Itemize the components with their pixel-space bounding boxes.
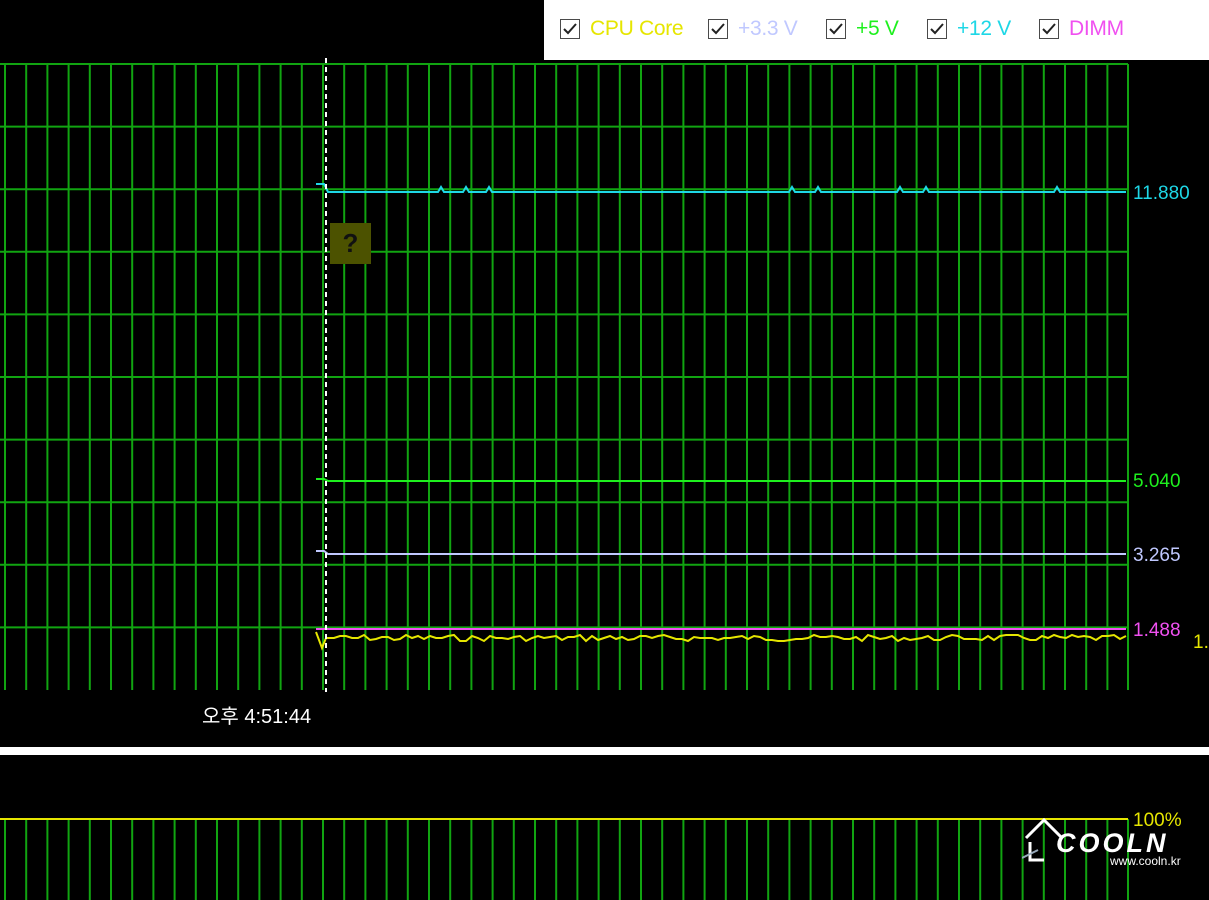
readout-3v3: 3.265 — [1133, 545, 1181, 566]
legend-item-12v[interactable]: +12 V — [927, 16, 1011, 42]
legend-item-dimm[interactable]: DIMM — [1039, 16, 1124, 42]
voltage-graph — [0, 58, 1129, 692]
legend-label-5v: +5 V — [856, 17, 899, 40]
sensor-legend: CPU Core +3.3 V +5 V +12 V DIMM — [544, 0, 1209, 60]
help-icon-glyph: ? — [342, 228, 359, 258]
help-icon[interactable]: ? — [330, 223, 371, 264]
readout-cpu-core: 1. — [1193, 632, 1209, 653]
readout-12v: 11.880 — [1133, 183, 1190, 204]
checkbox-cpu-core[interactable] — [560, 19, 580, 39]
trace-3v3 — [316, 550, 1126, 555]
checkbox-dimm[interactable] — [1039, 19, 1059, 39]
readout-dimm: 1.488 — [1133, 620, 1181, 641]
trace-12v — [316, 183, 1126, 193]
voltage-graph-grid — [0, 63, 1129, 690]
readout-5v: 5.040 — [1133, 471, 1181, 492]
watermark-url: www.cooln.kr — [1110, 854, 1181, 868]
trace-5v — [316, 478, 1126, 482]
checkbox-3v3[interactable] — [708, 19, 728, 39]
legend-item-cpu-core[interactable]: CPU Core — [560, 16, 684, 42]
checkbox-5v[interactable] — [826, 19, 846, 39]
voltage-traces — [315, 183, 1127, 651]
legend-item-5v[interactable]: +5 V — [826, 16, 899, 42]
legend-label-cpu-core: CPU Core — [590, 17, 684, 40]
trace-cpu-core — [315, 631, 1127, 651]
load-graph-grid — [4, 819, 1129, 900]
time-cursor-label: 오후 4:51:44 — [202, 706, 312, 728]
cooln-watermark: COOLN www.cooln.kr — [1022, 812, 1182, 872]
legend-label-dimm: DIMM — [1069, 17, 1124, 40]
checkbox-12v[interactable] — [927, 19, 947, 39]
legend-label-12v: +12 V — [957, 17, 1011, 40]
legend-label-3v3: +3.3 V — [738, 17, 798, 40]
graph-divider[interactable] — [0, 747, 1209, 755]
legend-item-3v3[interactable]: +3.3 V — [708, 16, 798, 42]
